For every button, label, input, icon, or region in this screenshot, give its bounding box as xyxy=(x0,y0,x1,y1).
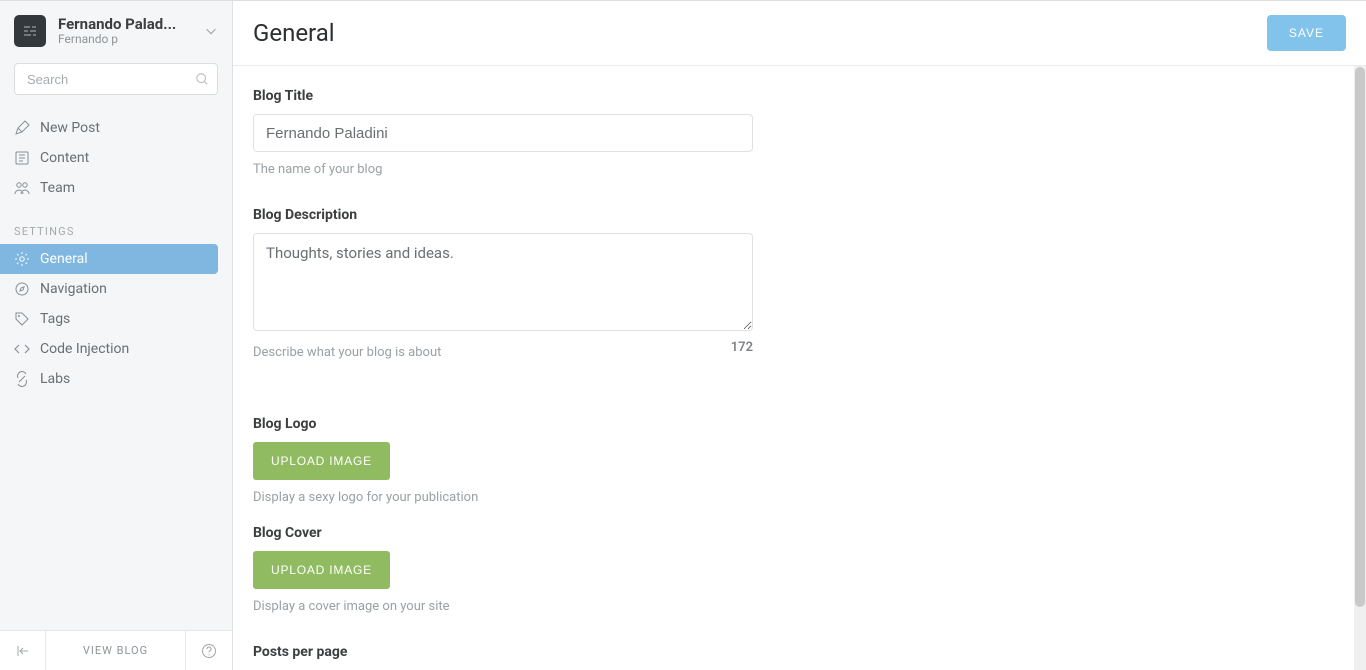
sidebar: Fernando Palad... Fernando p New Post Co… xyxy=(0,1,233,670)
view-blog-label: VIEW BLOG xyxy=(83,644,148,657)
gear-icon xyxy=(14,251,30,267)
main-header: General SAVE xyxy=(233,1,1366,66)
blog-title-help: The name of your blog xyxy=(253,162,773,177)
field-blog-description: Blog Description Describe what your blog… xyxy=(253,207,773,360)
field-blog-logo: Blog Logo UPLOAD IMAGE Display a sexy lo… xyxy=(253,416,773,505)
nav-item-code-injection[interactable]: Code Injection xyxy=(0,334,232,364)
nav-item-label: General xyxy=(40,251,88,267)
nav-item-label: Labs xyxy=(40,371,70,387)
blog-cover-help: Display a cover image on your site xyxy=(253,599,773,614)
nav-item-label: Navigation xyxy=(40,281,107,297)
blog-description-label: Blog Description xyxy=(253,207,773,223)
scrollbar-thumb[interactable] xyxy=(1355,67,1365,607)
nav-item-content[interactable]: Content xyxy=(0,143,232,173)
nav-item-label: Team xyxy=(40,180,75,196)
collapse-sidebar-button[interactable] xyxy=(0,631,46,670)
compass-icon xyxy=(14,281,30,297)
blog-logo-label: Blog Logo xyxy=(253,416,773,432)
posts-per-page-label: Posts per page xyxy=(253,644,773,660)
user-name: Fernando p xyxy=(58,32,200,46)
nav-section-label: SETTINGS xyxy=(0,203,232,244)
pen-icon xyxy=(14,120,30,136)
chevron-down-icon xyxy=(204,24,218,38)
blog-logo-icon xyxy=(14,15,46,47)
nav-item-label: New Post xyxy=(40,120,100,136)
upload-cover-button[interactable]: UPLOAD IMAGE xyxy=(253,551,390,589)
search-container xyxy=(14,63,218,95)
team-icon xyxy=(14,180,30,196)
code-icon xyxy=(14,341,30,357)
blog-description-count: 172 xyxy=(731,340,753,355)
search-input[interactable] xyxy=(14,63,218,95)
blog-description-help: Describe what your blog is about xyxy=(253,345,441,360)
save-button[interactable]: SAVE xyxy=(1267,15,1346,51)
help-icon xyxy=(201,643,217,659)
nav-item-team[interactable]: Team xyxy=(0,173,232,203)
nav-item-tags[interactable]: Tags xyxy=(0,304,232,334)
search-icon xyxy=(195,72,209,86)
nav-item-label: Content xyxy=(40,150,89,166)
page-title: General xyxy=(253,19,335,47)
blog-cover-label: Blog Cover xyxy=(253,525,773,541)
blog-title-label: Blog Title xyxy=(253,88,773,104)
blog-switcher[interactable]: Fernando Palad... Fernando p xyxy=(0,1,232,53)
field-blog-cover: Blog Cover UPLOAD IMAGE Display a cover … xyxy=(253,525,773,614)
main-content: General SAVE Blog Title The name of your… xyxy=(233,1,1366,670)
content-icon xyxy=(14,150,30,166)
blog-logo-help: Display a sexy logo for your publication xyxy=(253,490,773,505)
blog-name: Fernando Palad... xyxy=(58,16,200,33)
field-blog-title: Blog Title The name of your blog xyxy=(253,88,773,177)
nav-item-general[interactable]: General xyxy=(0,244,218,274)
help-button[interactable] xyxy=(186,631,232,670)
view-blog-link[interactable]: VIEW BLOG xyxy=(46,631,186,670)
labs-icon xyxy=(14,371,30,387)
nav-item-labs[interactable]: Labs xyxy=(0,364,232,394)
collapse-icon xyxy=(15,643,31,659)
blog-title-input[interactable] xyxy=(253,114,753,152)
nav-main: New Post Content Team SETTINGS General N… xyxy=(0,103,232,394)
field-posts-per-page: Posts per page xyxy=(253,644,773,670)
nav-item-label: Tags xyxy=(40,311,70,327)
tag-icon xyxy=(14,311,30,327)
nav-item-new-post[interactable]: New Post xyxy=(0,113,232,143)
upload-logo-button[interactable]: UPLOAD IMAGE xyxy=(253,442,390,480)
nav-item-navigation[interactable]: Navigation xyxy=(0,274,232,304)
sidebar-footer: VIEW BLOG xyxy=(0,630,232,670)
nav-item-label: Code Injection xyxy=(40,341,129,357)
blog-description-input[interactable] xyxy=(253,233,753,331)
settings-form: Blog Title The name of your blog Blog De… xyxy=(233,66,1366,670)
